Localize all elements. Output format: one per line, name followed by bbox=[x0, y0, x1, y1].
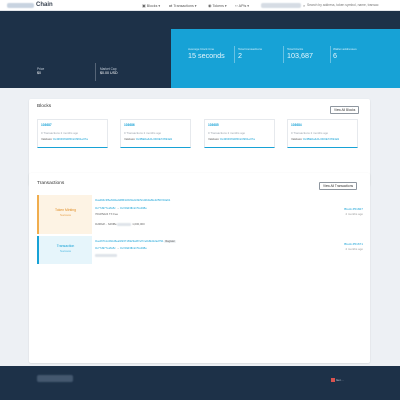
cube-icon: ▣ bbox=[142, 3, 146, 8]
nav-apis[interactable]: ‹›APIs ▾ bbox=[235, 2, 249, 10]
tx-from-to: 0x77d977e2fa5c → 0x7d9d3fb4c7bcd08e bbox=[95, 206, 147, 210]
arrow-right-icon: → bbox=[116, 246, 120, 250]
view-all-blocks-button[interactable]: View All Blocks bbox=[330, 106, 360, 114]
coins-icon: ◉ bbox=[208, 3, 212, 8]
price-field: Price $0 bbox=[37, 67, 45, 75]
market-cap-field: Market Cap $0.00 USD bbox=[100, 67, 118, 75]
stat-avg-block-time: Average block time 15 seconds bbox=[188, 47, 225, 60]
nav-tokens[interactable]: ◉Tokens ▾ bbox=[208, 2, 227, 10]
tx-block-info: Block #51671 2 months ago bbox=[344, 242, 363, 251]
block-tile[interactable]: 103687 0 Transactions 2 months ago Valid… bbox=[37, 119, 108, 148]
footer: Get ... bbox=[0, 366, 400, 400]
transactions-title: Transactions bbox=[37, 181, 65, 186]
brand-name[interactable]: Chain bbox=[36, 1, 53, 10]
block-tile[interactable]: 103685 0 Transactions 2 months ago Valid… bbox=[204, 119, 275, 148]
code-icon: ‹› bbox=[235, 3, 238, 8]
transaction-row: Token Minting Success 0xa4b6c3f6e6fd4e0d… bbox=[37, 195, 363, 234]
search-input[interactable] bbox=[302, 2, 398, 9]
block-tile[interactable]: 103684 0 Transactions 2 months ago Valid… bbox=[287, 119, 358, 148]
tx-status-badge: Token Minting Success bbox=[37, 195, 92, 234]
nav-transactions[interactable]: ⇄Transactions ▾ bbox=[169, 2, 197, 10]
network-selector[interactable] bbox=[261, 3, 301, 8]
flag-icon bbox=[331, 378, 335, 383]
blocks-title: Blocks bbox=[37, 104, 52, 109]
tx-hash[interactable]: 0xa4b6c3f6e6fd4e0d863c8cf3e0cbb5cd2b0a6f… bbox=[95, 198, 170, 202]
view-all-transactions-button[interactable]: View All Transactions bbox=[319, 182, 358, 190]
stats-panel: Average block time 15 seconds Total tran… bbox=[171, 29, 400, 88]
tx-hash[interactable]: 0xe26711c2bbd6ea9f23716923a0f7ef7ce6d9d1… bbox=[95, 239, 164, 243]
stat-divider bbox=[283, 46, 284, 63]
tx-block-info: Block #51827 2 months ago bbox=[344, 207, 363, 216]
tx-from-to: 0x77d977e2fa5c → 0x7d9d3fb4c7bcd08e bbox=[95, 246, 147, 250]
tx-type-pill: Register bbox=[164, 240, 176, 243]
hero-divider bbox=[95, 63, 96, 81]
stat-wallet-addresses: Wallet addresses 6 bbox=[333, 47, 357, 60]
nav-blocks[interactable]: ▣Blocks ▾ bbox=[142, 2, 160, 10]
transaction-row: Transaction Success 0xe26711c2bbd6ea9f23… bbox=[37, 236, 363, 264]
footer-badge[interactable]: Get ... bbox=[331, 378, 344, 383]
logo[interactable] bbox=[7, 3, 34, 8]
block-tile[interactable]: 103686 0 Transactions 2 months ago Valid… bbox=[120, 119, 191, 148]
stat-divider bbox=[234, 46, 235, 63]
arrow-right-icon: → bbox=[116, 206, 120, 210]
stat-divider bbox=[330, 46, 331, 63]
tx-status-badge: Transaction Success bbox=[37, 236, 92, 264]
stat-total-transactions: Total transactions 2 bbox=[238, 47, 263, 60]
footer-logo[interactable] bbox=[37, 375, 73, 382]
arrows-icon: ⇄ bbox=[169, 3, 173, 8]
top-nav: Chain ▣Blocks ▾ ⇄Transactions ▾ ◉Tokens … bbox=[0, 0, 400, 11]
stat-total-blocks: Total blocks 103,687 bbox=[287, 47, 313, 60]
